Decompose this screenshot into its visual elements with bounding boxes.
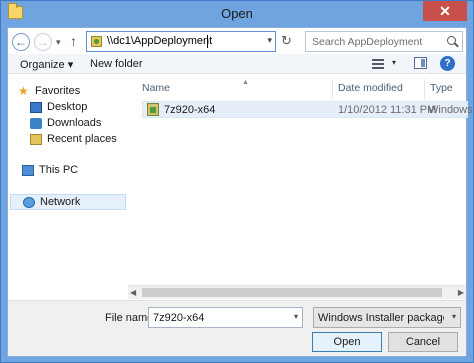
nav-this-pc[interactable]: This PC xyxy=(22,163,118,179)
window-title: Open xyxy=(221,6,253,21)
address-dropdown-icon[interactable]: ▾ xyxy=(267,35,272,46)
open-button[interactable]: Open xyxy=(312,332,382,352)
column-divider[interactable] xyxy=(424,79,425,99)
file-name-area: File name: 7z920-x64 ▾ Windows Installer… xyxy=(8,300,466,356)
desktop-icon xyxy=(30,102,42,113)
cancel-button[interactable]: Cancel xyxy=(388,332,458,352)
scroll-left-arrow-icon[interactable]: ◀ xyxy=(130,288,136,297)
address-bar[interactable]: \\dc1\AppDeployment ▾ xyxy=(86,31,276,52)
up-button[interactable]: ↑ xyxy=(70,31,77,51)
file-type-filter[interactable]: Windows Installer packages (*.r ▾ xyxy=(313,307,461,328)
scroll-right-arrow-icon[interactable]: ▶ xyxy=(458,288,464,297)
file-name-dropdown-icon[interactable]: ▾ xyxy=(294,312,298,321)
file-name: 7z920-x64 xyxy=(164,104,216,116)
network-folder-icon xyxy=(91,36,102,47)
nav-downloads[interactable]: Downloads xyxy=(30,116,120,132)
command-bar: Organize ▾ New folder ▾ ? xyxy=(8,54,466,74)
nav-favorites[interactable]: ★ Favorites xyxy=(18,84,118,100)
view-options-icon[interactable] xyxy=(372,58,392,70)
organize-button[interactable]: Organize ▾ xyxy=(20,58,73,71)
open-dialog: Open ✕ ← → ▾ ↑ \\dc1\AppDeployment ▾ ↻ S… xyxy=(0,0,474,363)
refresh-button[interactable]: ↻ xyxy=(281,33,292,49)
file-row[interactable]: 7z920-x64 1/10/2012 11:31 PM Windows xyxy=(142,101,473,118)
recent-places-icon xyxy=(30,134,42,145)
help-button[interactable]: ? xyxy=(440,56,455,71)
nav-desktop[interactable]: Desktop xyxy=(30,100,120,116)
nav-favorites-label: Favorites xyxy=(35,85,81,97)
nav-downloads-label: Downloads xyxy=(47,117,102,129)
back-button[interactable]: ← xyxy=(12,33,30,51)
close-button[interactable]: ✕ xyxy=(423,1,467,21)
nav-network[interactable]: Network xyxy=(10,194,126,210)
installer-package-icon xyxy=(147,103,159,116)
file-type-filter-value: Windows Installer packages (*.r xyxy=(318,312,444,324)
column-header-name-label: Name xyxy=(142,82,171,94)
nav-network-label: Network xyxy=(40,196,81,208)
file-list: Name ▲ Date modified Type 7z920-x64 1/10… xyxy=(136,75,473,295)
horizontal-scrollbar[interactable]: ◀ ▶ xyxy=(128,285,466,299)
file-date-modified: 1/10/2012 11:31 PM xyxy=(338,104,437,116)
star-icon: ★ xyxy=(18,84,29,98)
text-caret xyxy=(207,35,208,48)
file-name-value[interactable]: 7z920-x64 xyxy=(153,312,204,324)
search-placeholder: Search AppDeployment xyxy=(312,36,423,48)
scrollbar-thumb[interactable] xyxy=(142,288,442,297)
address-path[interactable]: \\dc1\AppDeployment xyxy=(107,35,212,47)
network-icon xyxy=(23,197,35,208)
computer-icon xyxy=(22,165,34,176)
nav-recent-places-label: Recent places xyxy=(47,133,117,145)
downloads-icon xyxy=(30,118,42,129)
view-dropdown-icon[interactable]: ▾ xyxy=(392,58,396,67)
preview-pane-icon[interactable] xyxy=(414,57,427,69)
nav-this-pc-label: This PC xyxy=(39,164,79,176)
nav-recent-places[interactable]: Recent places xyxy=(30,132,120,148)
title-bar[interactable]: Open ✕ xyxy=(1,1,473,27)
column-divider[interactable] xyxy=(332,79,333,99)
nav-desktop-label: Desktop xyxy=(47,101,88,113)
search-input[interactable]: Search AppDeployment xyxy=(305,31,463,52)
navigation-pane: ★ Favorites Desktop Downloads Recent pla… xyxy=(8,75,126,295)
dialog-client: ← → ▾ ↑ \\dc1\AppDeployment ▾ ↻ Search A… xyxy=(7,27,473,357)
search-icon xyxy=(447,36,456,45)
sort-arrow-icon: ▲ xyxy=(242,79,249,86)
filter-dropdown-icon[interactable]: ▾ xyxy=(452,312,456,321)
forward-button[interactable]: → xyxy=(34,33,52,51)
recent-locations-dropdown[interactable]: ▾ xyxy=(56,33,61,51)
new-folder-button[interactable]: New folder xyxy=(90,58,143,70)
file-type: Windows xyxy=(428,104,473,116)
file-name-field[interactable]: 7z920-x64 ▾ xyxy=(148,307,303,328)
